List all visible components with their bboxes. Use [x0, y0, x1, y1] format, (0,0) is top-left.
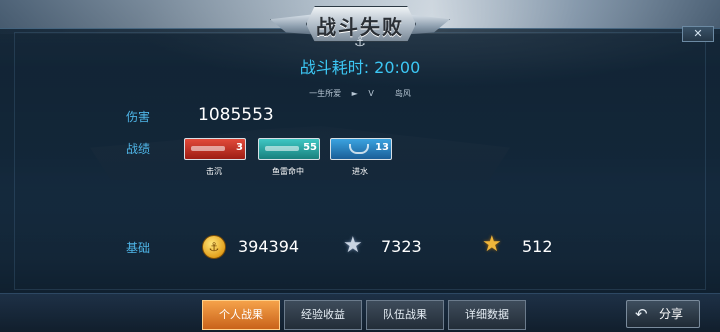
sink-caption: 击沉 — [206, 167, 222, 176]
torpedo-medal-icon — [265, 146, 299, 151]
sink-medal[interactable]: 3 — [184, 138, 246, 160]
silver-star-icon: ★ — [343, 233, 363, 258]
battle-duration: 战斗耗时: 20:00 — [299, 58, 421, 77]
gold-value: 394394 — [238, 237, 300, 256]
gold-star-icon: ★ — [482, 232, 502, 257]
vs-arrow: ► — [351, 89, 358, 98]
torpedo-medal[interactable]: 55 — [258, 138, 320, 160]
anchor-icon: ⚓ — [354, 35, 366, 50]
achievements-label: 战绩 — [126, 142, 151, 156]
share-label: 分享 — [659, 307, 684, 321]
torpedo-count: 55 — [303, 142, 317, 153]
damage-label: 伤害 — [126, 110, 151, 124]
tab-personal-results[interactable]: 个人战果 — [202, 300, 280, 330]
tab-detailed-data[interactable]: 详细数据 — [448, 300, 526, 330]
result-tabs: 个人战果 经验收益 队伍战果 详细数据 — [196, 300, 526, 330]
player-right-name: 岛风 — [394, 89, 411, 98]
share-button[interactable]: ↶ 分享 — [626, 300, 700, 328]
gold-star-value: 512 — [522, 237, 553, 256]
close-icon: ✕ — [693, 27, 703, 40]
flooding-count: 13 — [375, 142, 389, 153]
silver-value: 7323 — [381, 237, 422, 256]
result-emblem: 战斗失败 ⚓ — [270, 2, 450, 50]
share-arrow-icon: ↶ — [635, 305, 648, 323]
flooding-medal[interactable]: 13 — [330, 138, 392, 160]
close-button[interactable]: ✕ — [682, 26, 714, 42]
flooding-caption: 进水 — [352, 167, 368, 176]
base-label: 基础 — [126, 241, 151, 255]
player-left-name: 一生所爱 — [309, 89, 342, 98]
damage-value: 1085553 — [198, 105, 274, 125]
vs-text: V — [368, 89, 374, 98]
sink-medal-icon — [191, 146, 225, 151]
players-line: 一生所爱 ► V 岛风 — [0, 88, 720, 99]
gold-coin-icon: ⚓ — [202, 235, 226, 259]
flooding-medal-icon — [349, 144, 369, 154]
tab-experience-gains[interactable]: 经验收益 — [284, 300, 362, 330]
tab-team-results[interactable]: 队伍战果 — [366, 300, 444, 330]
sink-count: 3 — [236, 142, 243, 153]
torpedo-caption: 鱼雷命中 — [272, 167, 304, 176]
